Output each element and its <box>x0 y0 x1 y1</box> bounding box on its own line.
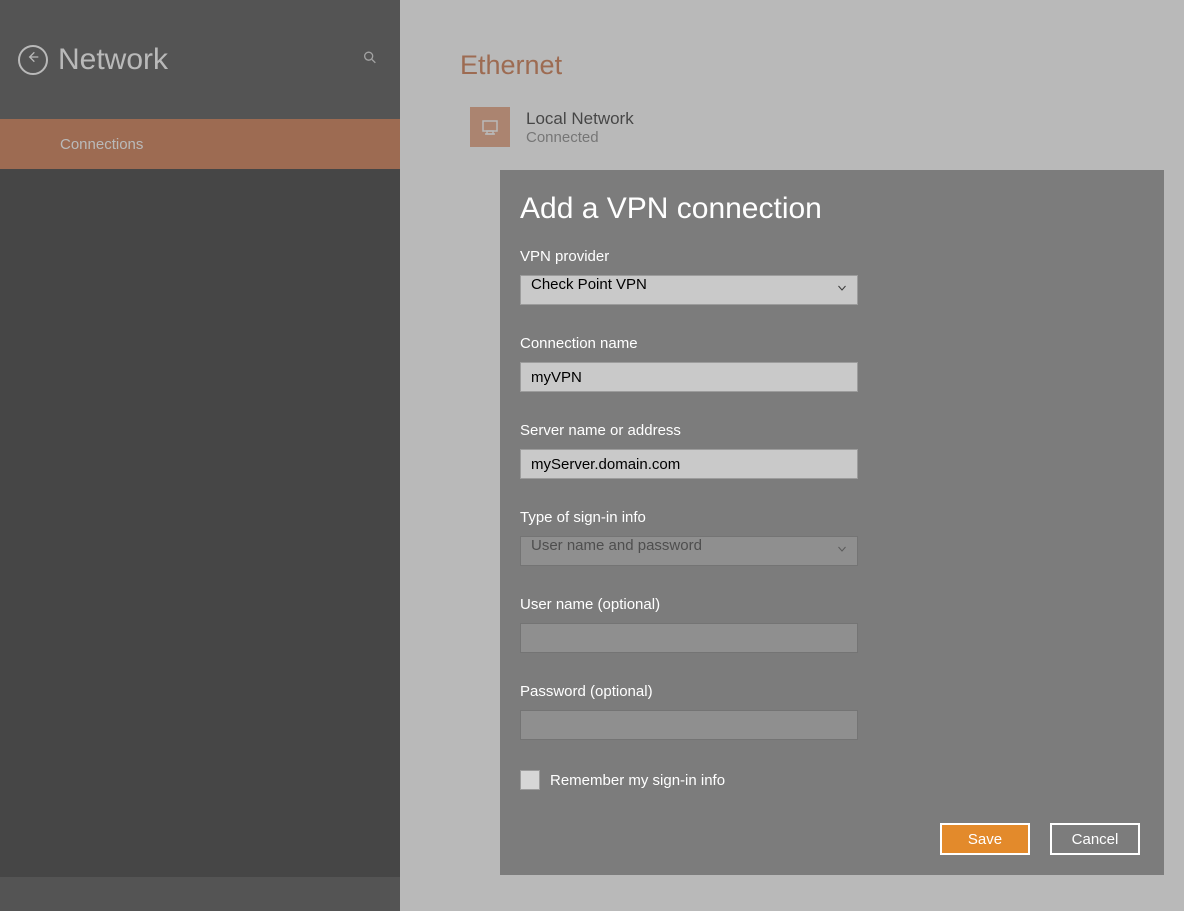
label-password: Password (optional) <box>520 683 1144 700</box>
vpn-provider-select[interactable]: Check Point VPN <box>520 275 858 305</box>
sidebar-empty <box>0 169 400 911</box>
ethernet-icon <box>470 107 510 147</box>
label-server: Server name or address <box>520 422 1144 439</box>
group-username: User name (optional) <box>520 596 1144 653</box>
search-button[interactable] <box>362 49 378 70</box>
remember-label: Remember my sign-in info <box>550 772 725 789</box>
cancel-label: Cancel <box>1072 831 1119 848</box>
remember-checkbox[interactable] <box>520 770 540 790</box>
sidebar: Network Connections <box>0 0 400 911</box>
label-vpn-provider: VPN provider <box>520 248 1144 265</box>
vpn-provider-value: Check Point VPN <box>531 276 647 293</box>
group-password: Password (optional) <box>520 683 1144 740</box>
sidebar-title: Network <box>58 43 168 77</box>
label-signin-type: Type of sign-in info <box>520 509 1144 526</box>
signin-type-select[interactable]: User name and password <box>520 536 858 566</box>
group-vpn-provider: VPN provider Check Point VPN <box>520 248 1144 305</box>
sidebar-item-connections[interactable]: Connections <box>0 119 400 169</box>
add-vpn-dialog: Add a VPN connection VPN provider Check … <box>500 170 1164 875</box>
label-username: User name (optional) <box>520 596 1144 613</box>
back-button[interactable] <box>18 45 48 75</box>
vpn-provider-select-wrap: Check Point VPN <box>520 275 858 305</box>
signin-type-select-wrap: User name and password <box>520 536 858 566</box>
username-input[interactable] <box>520 623 858 653</box>
connection-name-input[interactable] <box>520 362 858 392</box>
footer-bar <box>0 877 400 911</box>
signin-type-value: User name and password <box>531 537 702 554</box>
group-signin-type: Type of sign-in info User name and passw… <box>520 509 1144 566</box>
dialog-buttons: Save Cancel <box>940 823 1140 855</box>
group-server: Server name or address <box>520 422 1144 479</box>
sidebar-header: Network <box>0 0 400 119</box>
sidebar-item-label: Connections <box>60 136 143 153</box>
network-item[interactable]: Local Network Connected <box>460 107 1184 147</box>
dialog-title: Add a VPN connection <box>520 192 1144 226</box>
network-status: Connected <box>526 129 634 146</box>
server-address-input[interactable] <box>520 449 858 479</box>
cancel-button[interactable]: Cancel <box>1050 823 1140 855</box>
back-arrow-icon <box>25 49 41 70</box>
save-label: Save <box>968 831 1002 848</box>
main-title: Ethernet <box>460 50 1184 81</box>
search-icon <box>362 52 378 69</box>
password-input[interactable] <box>520 710 858 740</box>
network-name: Local Network <box>526 109 634 129</box>
group-connection-name: Connection name <box>520 335 1144 392</box>
network-text: Local Network Connected <box>526 109 634 146</box>
label-connection-name: Connection name <box>520 335 1144 352</box>
save-button[interactable]: Save <box>940 823 1030 855</box>
remember-row: Remember my sign-in info <box>520 770 1144 790</box>
